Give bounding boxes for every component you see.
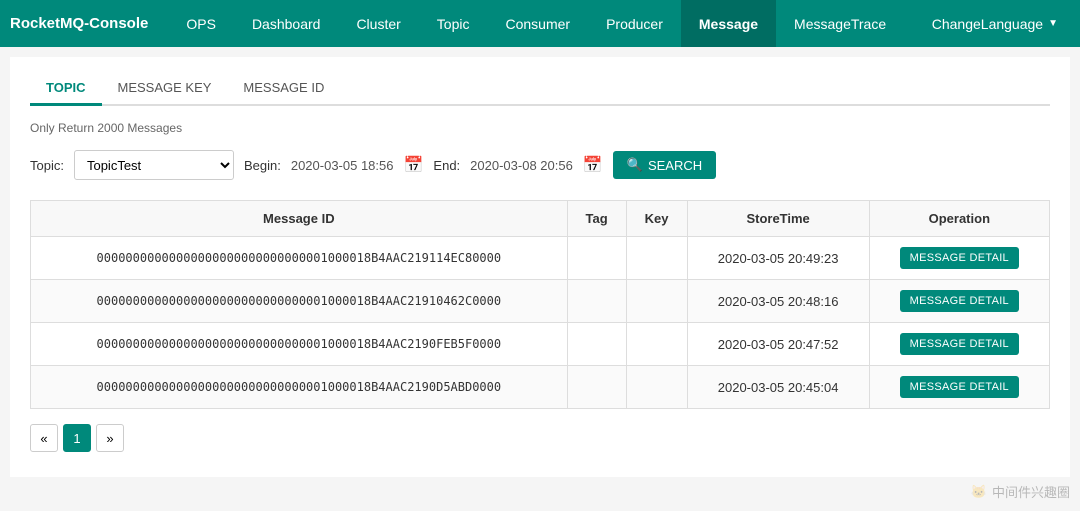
tab-message-key[interactable]: MESSAGE KEY xyxy=(102,72,228,106)
current-page-button[interactable]: 1 xyxy=(63,424,91,452)
begin-calendar-icon[interactable]: 📅 xyxy=(404,155,424,175)
col-message-id: Message ID xyxy=(31,201,568,237)
topic-label: Topic: xyxy=(30,158,64,173)
end-calendar-icon[interactable]: 📅 xyxy=(583,155,603,175)
col-store-time: StoreTime xyxy=(687,201,869,237)
tab-topic[interactable]: TOPIC xyxy=(30,72,102,106)
nav-item-message[interactable]: Message xyxy=(681,0,776,47)
cell-operation: MESSAGE DETAIL xyxy=(869,280,1049,323)
cell-tag xyxy=(567,323,626,366)
prev-page-button[interactable]: « xyxy=(30,424,58,452)
search-icon: 🔍 xyxy=(627,157,643,173)
nav-items: OPS Dashboard Cluster Topic Consumer Pro… xyxy=(168,0,919,47)
nav-item-topic[interactable]: Topic xyxy=(419,0,488,47)
message-detail-button[interactable]: MESSAGE DETAIL xyxy=(900,376,1019,398)
col-tag: Tag xyxy=(567,201,626,237)
nav-item-producer[interactable]: Producer xyxy=(588,0,681,47)
search-button-label: SEARCH xyxy=(648,158,702,173)
cell-store-time: 2020-03-05 20:49:23 xyxy=(687,237,869,280)
search-bar: Topic: TopicTest Begin: 2020-03-05 18:56… xyxy=(30,150,1050,180)
begin-label: Begin: xyxy=(244,158,281,173)
info-text: Only Return 2000 Messages xyxy=(30,121,1050,135)
watermark-text: 中间件兴趣圈 xyxy=(992,482,1070,501)
cell-tag xyxy=(567,280,626,323)
nav-item-ops[interactable]: OPS xyxy=(168,0,234,47)
table-row: 00000000000000000000000000000001000018B4… xyxy=(31,237,1050,280)
search-button[interactable]: 🔍 SEARCH xyxy=(613,151,716,179)
nav-item-consumer[interactable]: Consumer xyxy=(487,0,588,47)
cell-store-time: 2020-03-05 20:47:52 xyxy=(687,323,869,366)
message-detail-button[interactable]: MESSAGE DETAIL xyxy=(900,290,1019,312)
table-row: 00000000000000000000000000000001000018B4… xyxy=(31,280,1050,323)
tab-bar: TOPIC MESSAGE KEY MESSAGE ID xyxy=(30,72,1050,106)
nav-item-cluster[interactable]: Cluster xyxy=(338,0,418,47)
navbar: RocketMQ-Console OPS Dashboard Cluster T… xyxy=(0,0,1080,47)
table-row: 00000000000000000000000000000001000018B4… xyxy=(31,366,1050,409)
cell-message-id: 00000000000000000000000000000001000018B4… xyxy=(31,323,568,366)
cell-key xyxy=(626,323,687,366)
cell-store-time: 2020-03-05 20:48:16 xyxy=(687,280,869,323)
end-value: 2020-03-08 20:56 xyxy=(470,158,573,173)
cell-message-id: 00000000000000000000000000000001000018B4… xyxy=(31,366,568,409)
cell-tag xyxy=(567,237,626,280)
col-operation: Operation xyxy=(869,201,1049,237)
tab-message-id[interactable]: MESSAGE ID xyxy=(227,72,340,106)
cell-store-time: 2020-03-05 20:45:04 xyxy=(687,366,869,409)
message-table: Message ID Tag Key StoreTime Operation 0… xyxy=(30,200,1050,409)
chevron-down-icon: ▼ xyxy=(1048,18,1058,29)
begin-value: 2020-03-05 18:56 xyxy=(291,158,394,173)
message-detail-button[interactable]: MESSAGE DETAIL xyxy=(900,333,1019,355)
cell-operation: MESSAGE DETAIL xyxy=(869,237,1049,280)
watermark: 🐱 中间件兴趣圈 xyxy=(971,482,1070,501)
brand-logo: RocketMQ-Console xyxy=(10,15,148,32)
pagination: « 1 » xyxy=(30,424,1050,452)
cell-key xyxy=(626,237,687,280)
cell-tag xyxy=(567,366,626,409)
message-detail-button[interactable]: MESSAGE DETAIL xyxy=(900,247,1019,269)
nav-item-dashboard[interactable]: Dashboard xyxy=(234,0,339,47)
cell-message-id: 00000000000000000000000000000001000018B4… xyxy=(31,237,568,280)
change-language-button[interactable]: ChangeLanguage ▼ xyxy=(920,16,1070,32)
table-row: 00000000000000000000000000000001000018B4… xyxy=(31,323,1050,366)
end-label: End: xyxy=(433,158,460,173)
cell-operation: MESSAGE DETAIL xyxy=(869,366,1049,409)
watermark-icon: 🐱 xyxy=(971,484,987,500)
cell-message-id: 00000000000000000000000000000001000018B4… xyxy=(31,280,568,323)
next-page-button[interactable]: » xyxy=(96,424,124,452)
col-key: Key xyxy=(626,201,687,237)
nav-right: ChangeLanguage ▼ xyxy=(920,16,1070,32)
cell-key xyxy=(626,280,687,323)
cell-key xyxy=(626,366,687,409)
topic-select[interactable]: TopicTest xyxy=(74,150,234,180)
nav-item-messagetrace[interactable]: MessageTrace xyxy=(776,0,904,47)
cell-operation: MESSAGE DETAIL xyxy=(869,323,1049,366)
main-content: TOPIC MESSAGE KEY MESSAGE ID Only Return… xyxy=(10,57,1070,477)
table-header-row: Message ID Tag Key StoreTime Operation xyxy=(31,201,1050,237)
